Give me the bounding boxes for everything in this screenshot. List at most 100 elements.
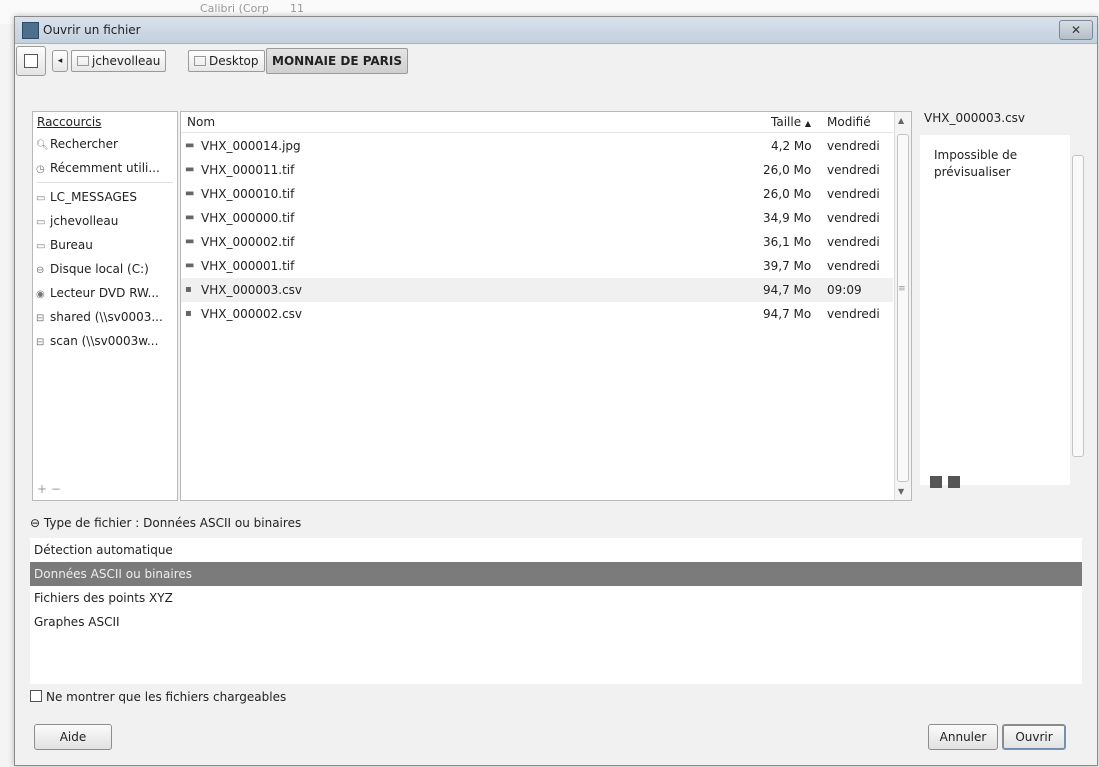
file-modified: vendredi (827, 259, 880, 273)
sidebar-item-dvd[interactable]: ◉ Lecteur DVD RW... (33, 281, 177, 305)
edit-location-button[interactable] (16, 46, 46, 76)
open-button[interactable]: Ouvrir (1002, 724, 1066, 750)
font-size-field: 11 (290, 2, 304, 15)
image-file-icon: ▬ (185, 164, 195, 175)
thumbnail-view-icon[interactable] (930, 476, 942, 488)
file-row[interactable]: ▬ VHX_000011.tif 26,0 Mo vendredi (181, 158, 893, 182)
file-row[interactable]: ▬ VHX_000000.tif 34,9 Mo vendredi (181, 206, 893, 230)
text-file-icon: ▪ (185, 284, 192, 295)
file-modified: vendredi (827, 307, 880, 321)
file-name: VHX_000011.tif (201, 163, 295, 177)
file-list-header: Nom Taille ▲ Modifié (181, 112, 893, 133)
collapse-icon: ⊖ (30, 516, 41, 530)
sidebar-item-bureau[interactable]: ▭ Bureau (33, 233, 177, 257)
preview-scrollbar[interactable] (1070, 135, 1084, 485)
folder-icon: ▭ (36, 241, 46, 252)
preview-area: Impossible de prévisualiser (920, 135, 1070, 485)
sidebar-item-scan[interactable]: ⊟ scan (\\sv0003w... (33, 329, 177, 353)
sidebar-separator (37, 182, 173, 183)
places-header: Raccourcis (37, 115, 102, 129)
search-icon: 🔍︎ (36, 140, 49, 151)
network-drive-icon: ⊟ (36, 313, 45, 324)
folder-icon (194, 56, 206, 66)
loadable-only-checkbox[interactable]: Ne montrer que les fichiers chargeables (30, 690, 286, 704)
sidebar-item-label: Rechercher (50, 137, 118, 151)
crumb-monnaie-de-paris[interactable]: MONNAIE DE PARIS (266, 48, 409, 74)
file-modified: vendredi (827, 163, 880, 177)
cancel-button[interactable]: Annuler (928, 724, 998, 750)
file-row[interactable]: ▬ VHX_000014.jpg 4,2 Mo vendredi (181, 134, 893, 158)
scrollbar-thumb[interactable] (897, 134, 909, 482)
filetype-option-ascii-graphs[interactable]: Graphes ASCII (30, 610, 1082, 634)
file-name: VHX_000003.csv (201, 283, 303, 297)
file-row-selected[interactable]: ▪ VHX_000003.csv 94,7 Mo 09:09 (181, 278, 893, 302)
font-name-field: Calibri (Corp (200, 2, 269, 15)
crumb-desktop[interactable]: Desktop (188, 50, 265, 72)
file-list-scrollbar[interactable]: ▲ ≡ ▼ (894, 112, 911, 500)
close-button[interactable]: ✕ (1059, 20, 1093, 40)
sidebar-item-label: shared (\\sv0003... (50, 310, 163, 324)
file-name: VHX_000002.tif (201, 235, 295, 249)
file-modified: vendredi (827, 211, 880, 225)
sort-ascending-icon: ▲ (804, 119, 812, 128)
column-size-header[interactable]: Taille ▲ (771, 112, 811, 134)
file-size: 26,0 Mo (763, 163, 812, 177)
help-button[interactable]: Aide (34, 724, 112, 750)
filetype-option-auto[interactable]: Détection automatique (30, 538, 1082, 562)
file-name: VHX_000000.tif (201, 211, 295, 225)
file-size: 26,0 Mo (763, 187, 812, 201)
path-back-button[interactable]: ◂ (52, 50, 68, 72)
add-remove-bookmark-buttons[interactable]: + − (37, 482, 61, 496)
scroll-up-icon[interactable]: ▲ (898, 116, 904, 125)
image-file-icon: ▬ (185, 236, 195, 247)
image-file-icon: ▬ (185, 260, 195, 271)
column-modified-header[interactable]: Modifié (827, 112, 871, 132)
sidebar-item-label: Lecteur DVD RW... (50, 286, 159, 300)
list-view-icon[interactable] (948, 476, 960, 488)
crumb-label: Desktop (209, 54, 259, 68)
file-row[interactable]: ▬ VHX_000002.tif 36,1 Mo vendredi (181, 230, 893, 254)
file-size: 34,9 Mo (763, 211, 812, 225)
crumb-jchevolleau[interactable]: jchevolleau (71, 50, 167, 72)
file-row[interactable]: ▬ VHX_000001.tif 39,7 Mo vendredi (181, 254, 893, 278)
places-sidebar: Raccourcis 🔍︎Rechercher ◷ Récemment utili… (32, 111, 178, 501)
file-modified: vendredi (827, 139, 880, 153)
sidebar-item-label: Bureau (50, 238, 93, 252)
checkbox-label: Ne montrer que les fichiers chargeables (46, 690, 287, 704)
dialog-title: Ouvrir un fichier (43, 23, 141, 37)
checkbox-box[interactable] (30, 690, 42, 702)
filetype-option-ascii-binary[interactable]: Données ASCII ou binaires (30, 562, 1082, 586)
sidebar-item-jchevolleau[interactable]: ▭ jchevolleau (33, 209, 177, 233)
sidebar-item-disque-local[interactable]: ⊖ Disque local (C:) (33, 257, 177, 281)
file-size: 94,7 Mo (763, 307, 812, 321)
image-file-icon: ▬ (185, 212, 195, 223)
sidebar-item-label: Récemment utili... (50, 161, 160, 175)
crumb-label: jchevolleau (92, 54, 161, 68)
sidebar-item-recent[interactable]: ◷ Récemment utili... (33, 156, 177, 180)
sidebar-item-lc-messages[interactable]: ▭ LC_MESSAGES (33, 185, 177, 209)
sidebar-item-label: LC_MESSAGES (50, 190, 137, 204)
filetype-option-xyz[interactable]: Fichiers des points XYZ (30, 586, 1082, 610)
sidebar-item-label: scan (\\sv0003w... (50, 334, 159, 348)
folder-icon: ▭ (36, 193, 46, 204)
file-row[interactable]: ▪ VHX_000002.csv 94,7 Mo vendredi (181, 302, 893, 326)
file-size: 39,7 Mo (763, 259, 812, 273)
app-icon (22, 22, 39, 39)
file-row[interactable]: ▬ VHX_000010.tif 26,0 Mo vendredi (181, 182, 893, 206)
filetype-list: Détection automatique Données ASCII ou b… (30, 538, 1082, 684)
crumb-label: MONNAIE DE PARIS (272, 54, 403, 68)
folder-icon (77, 56, 89, 66)
file-list: Nom Taille ▲ Modifié ▬ VHX_000014.jpg 4,2 … (180, 111, 912, 501)
column-name-header[interactable]: Nom (187, 112, 215, 132)
scrollbar-thumb[interactable] (1072, 155, 1084, 457)
text-file-icon: ▪ (185, 308, 192, 319)
image-file-icon: ▬ (185, 140, 195, 151)
scroll-down-icon[interactable]: ▼ (898, 487, 904, 496)
sidebar-item-shared[interactable]: ⊟ shared (\\sv0003... (33, 305, 177, 329)
title-bar: Ouvrir un fichier ✕ (15, 17, 1097, 44)
sidebar-item-search[interactable]: 🔍︎Rechercher (33, 132, 177, 156)
file-size: 4,2 Mo (771, 139, 812, 153)
filetype-expander[interactable]: ⊖ Type de fichier : Données ASCII ou bin… (30, 516, 301, 530)
dvd-icon: ◉ (36, 289, 45, 300)
file-modified: 09:09 (827, 283, 862, 297)
